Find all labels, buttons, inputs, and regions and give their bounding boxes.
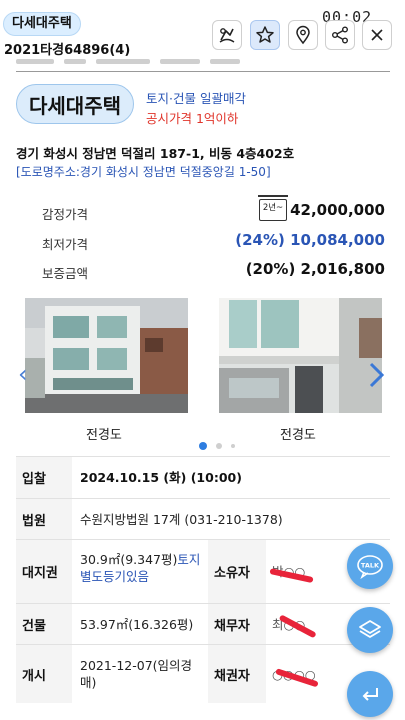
map-button[interactable] bbox=[288, 20, 318, 50]
chevron-right-icon bbox=[369, 362, 385, 388]
price-notice-tag: 공시가격 1억이하 bbox=[146, 111, 239, 126]
court-label: 법원 bbox=[16, 499, 72, 539]
layers-icon bbox=[359, 620, 381, 638]
building-label: 건물 bbox=[16, 604, 72, 644]
sale-type-tag: 토지·건물 일괄매각 bbox=[146, 91, 246, 106]
photo-caption-2: 전경도 bbox=[280, 428, 316, 443]
talk-fab-button[interactable]: TALK bbox=[347, 543, 393, 589]
star-icon bbox=[256, 26, 274, 43]
photo-caption-1: 전경도 bbox=[86, 428, 122, 443]
minimum-price-value: (24%) 10,084,000 bbox=[235, 231, 385, 249]
creditor-label: 채권자 bbox=[208, 645, 266, 703]
photo-pager bbox=[199, 435, 244, 450]
scrolled-summary-row bbox=[16, 56, 296, 66]
bid-date: 2024.10.15 (화) (10:00) bbox=[80, 470, 242, 485]
share-alt-icon bbox=[219, 28, 235, 43]
chat-bubble-icon: TALK bbox=[357, 555, 383, 580]
building-photo-image bbox=[25, 298, 188, 413]
talk-label: TALK bbox=[361, 562, 380, 570]
debtor-label: 채무자 bbox=[208, 604, 266, 644]
return-arrow-icon bbox=[362, 688, 378, 701]
start-label: 개시 bbox=[16, 645, 72, 703]
top-bar: 다세대주택 2021타경64896(4) 00:02 bbox=[0, 0, 405, 62]
owner-label: 소유자 bbox=[208, 540, 266, 603]
building-photo-image bbox=[219, 298, 382, 413]
minimum-price-label: 최저가격 bbox=[42, 237, 89, 252]
deposit-value: (20%) 2,016,800 bbox=[245, 260, 385, 278]
share-alt-button[interactable] bbox=[212, 20, 242, 50]
pager-dot[interactable] bbox=[231, 443, 235, 448]
pager-dot[interactable] bbox=[216, 442, 222, 449]
debtor-value: 최○○ bbox=[272, 604, 342, 644]
land-right-label: 대지권 bbox=[16, 540, 72, 603]
property-photo-2[interactable] bbox=[219, 298, 382, 413]
close-button[interactable] bbox=[362, 20, 392, 50]
start-value: 2021-12-07(임의경매) bbox=[80, 658, 193, 690]
share-button[interactable] bbox=[325, 20, 355, 50]
bid-label: 입찰 bbox=[16, 457, 72, 498]
back-fab-button[interactable] bbox=[347, 671, 393, 717]
favorite-button[interactable] bbox=[250, 20, 280, 50]
close-icon bbox=[371, 29, 383, 41]
layers-fab-button[interactable] bbox=[347, 607, 393, 653]
court-value: 수원지방법원 17계 (031-210-1378) bbox=[80, 511, 283, 527]
header-divider bbox=[16, 71, 390, 72]
property-type-badge: 다세대주택 bbox=[16, 84, 134, 124]
land-right-value: 30.9㎡(9.347평)토지별도등기있음 bbox=[80, 540, 204, 603]
property-photo-1[interactable] bbox=[25, 298, 188, 413]
land-area-text: 30.9㎡(9.347평) bbox=[80, 552, 178, 567]
appraisal-value: 42,000,000 bbox=[290, 201, 385, 219]
building-area-value: 53.97㎡(16.326평) bbox=[80, 616, 194, 632]
property-address: 경기 화성시 정남면 덕절리 187-1, 비동 4층402호 bbox=[16, 146, 295, 161]
deposit-label: 보증금액 bbox=[42, 266, 89, 281]
property-type-chip: 다세대주택 bbox=[3, 12, 81, 36]
share-icon bbox=[332, 26, 348, 44]
calendar-icon: 2년~ bbox=[258, 195, 288, 221]
photo-next-arrow-button[interactable] bbox=[366, 360, 386, 390]
photo-prev-arrow-icon[interactable]: ‹ bbox=[18, 360, 28, 388]
map-pin-icon bbox=[296, 25, 310, 45]
pager-dot-active[interactable] bbox=[199, 441, 207, 450]
road-address: [도로명주소:경기 화성시 정남면 덕절중앙길 1-50] bbox=[16, 165, 271, 179]
appraisal-label: 감정가격 bbox=[42, 207, 89, 222]
